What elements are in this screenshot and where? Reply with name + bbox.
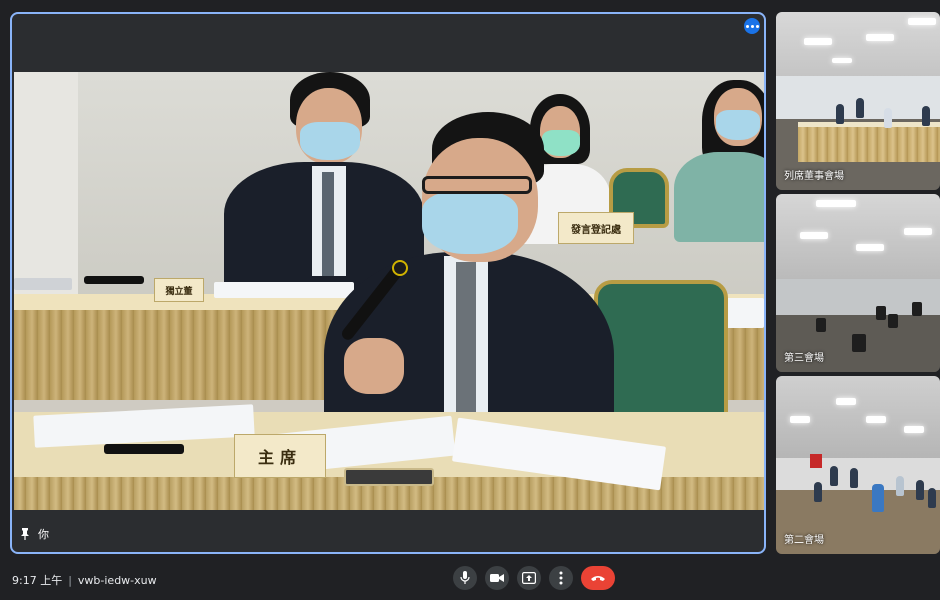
side-tile-1[interactable]: 列席董事會場 — [776, 12, 940, 190]
separator: | — [68, 573, 72, 587]
nameplate-back: 發言登記處 — [558, 212, 634, 244]
hang-up-icon — [591, 576, 605, 581]
leave-call-button[interactable] — [581, 566, 615, 590]
meeting-code[interactable]: vwb-iedw-xuw — [78, 574, 157, 587]
camera-icon — [490, 574, 504, 582]
nameplate-chairman: 主席 — [234, 434, 326, 478]
more-vertical-icon — [559, 571, 563, 585]
side-tile-label: 第二會場 — [784, 535, 824, 546]
present-screen-icon — [522, 572, 536, 584]
camera-button[interactable] — [485, 566, 509, 590]
main-video-tile[interactable]: 發言登記處 獨立董 主席 你 — [10, 12, 766, 554]
side-tile-label: 第三會場 — [784, 353, 824, 364]
bottom-control-bar: 9:17 上午 | vwb-iedw-xuw — [0, 560, 940, 600]
more-options-button[interactable] — [549, 566, 573, 590]
main-video-feed: 發言登記處 獨立董 主席 — [14, 72, 764, 510]
tile-options-icon[interactable] — [744, 18, 760, 34]
side-tile-2[interactable]: 第三會場 — [776, 194, 940, 372]
clock-time: 9:17 上午 — [12, 574, 63, 587]
pin-icon[interactable] — [20, 528, 30, 540]
side-tile-label: 列席董事會場 — [784, 171, 844, 182]
microphone-icon — [460, 571, 470, 584]
side-tile-3[interactable]: 第二會場 — [776, 376, 940, 554]
participant-name: 你 — [38, 528, 49, 541]
present-screen-button[interactable] — [517, 566, 541, 590]
nameplate-left: 獨立董 — [154, 278, 204, 302]
microphone-button[interactable] — [453, 566, 477, 590]
